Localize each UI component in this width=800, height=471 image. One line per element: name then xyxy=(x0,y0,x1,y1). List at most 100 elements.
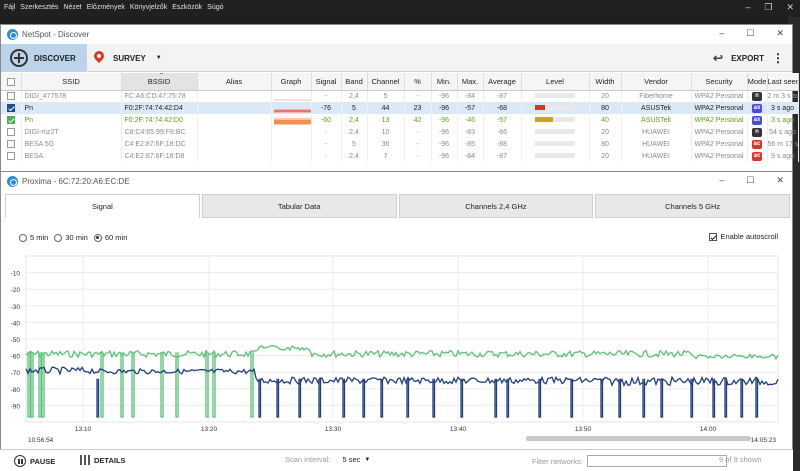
radio-5min[interactable] xyxy=(19,233,27,242)
cell-alias[interactable] xyxy=(197,150,272,162)
host-menu-edit[interactable]: Szerkesztés xyxy=(20,4,58,11)
col-signal[interactable]: Signal xyxy=(311,73,342,91)
table-row[interactable]: Pn F0:2F:74:74:42:D0 -60 2,4 13 42 -96 -46 -57 40… xyxy=(1,114,799,126)
tab-channels-5[interactable]: Channels 5 GHz xyxy=(595,194,790,218)
netspot-titlebar[interactable]: NetSpot - Discover – ☐ ✕ xyxy=(1,25,792,43)
export-button[interactable]: ↩ EXPORT xyxy=(713,44,764,72)
range-30min[interactable]: 30 min xyxy=(54,233,88,242)
chevron-down-icon[interactable]: ▼ xyxy=(364,457,370,463)
col-mode[interactable]: Mode xyxy=(747,73,768,91)
col-level[interactable]: Level xyxy=(521,73,590,91)
tab-channels-24[interactable]: Channels 2,4 GHz xyxy=(398,194,594,218)
col-max[interactable]: Max. xyxy=(457,73,484,91)
table-row[interactable]: Pn F0:2F:74:74:42:D4 -76 5 44 23 -96 -57 -68 80 AS… xyxy=(1,102,799,114)
col-percent[interactable]: % xyxy=(404,73,432,91)
col-band[interactable]: Band xyxy=(341,73,368,91)
host-menu-file[interactable]: Fájl xyxy=(4,4,15,11)
range-60min[interactable]: 60 min xyxy=(93,233,127,242)
host-menu-view[interactable]: Nézet xyxy=(63,4,81,11)
host-maximize-icon[interactable]: ❐ xyxy=(764,2,772,13)
host-menu-tools[interactable]: Eszközök xyxy=(172,4,202,11)
filter-input[interactable] xyxy=(586,455,727,467)
row-select[interactable] xyxy=(1,90,22,102)
chart-horizontal-scrollbar[interactable] xyxy=(526,436,751,441)
proxima-close-icon[interactable]: ✕ xyxy=(776,175,784,186)
radio-30min[interactable] xyxy=(54,233,63,242)
radio-60min[interactable] xyxy=(93,233,102,242)
cell-percent: - xyxy=(404,126,432,138)
proxima-minimize-icon[interactable]: – xyxy=(719,175,724,186)
discover-button[interactable]: DISCOVER xyxy=(1,44,87,72)
y-tick-label: -70 xyxy=(11,370,21,377)
col-ssid[interactable]: SSID xyxy=(21,73,122,91)
row-select[interactable] xyxy=(1,114,22,126)
col-channel[interactable]: Channel xyxy=(367,73,405,91)
scan-interval-select[interactable]: 5 sec xyxy=(342,455,360,464)
cell-average: -87 xyxy=(483,90,522,102)
select-all-checkbox[interactable] xyxy=(6,77,15,86)
cell-alias[interactable] xyxy=(197,114,272,126)
tab-signal[interactable]: Signal xyxy=(5,194,200,218)
row-checkbox[interactable] xyxy=(6,116,15,124)
range-5min[interactable]: 5 min xyxy=(19,233,48,242)
cell-vendor: ASUSTek xyxy=(621,102,692,114)
table-row[interactable]: DIGI-mz2T C8:C4:65:99:F8:BC -2,4 10- -96 -83-… xyxy=(1,126,799,138)
autoscroll-checkbox[interactable] xyxy=(709,232,718,241)
host-menu-history[interactable]: Előzmények xyxy=(87,4,125,11)
discover-label: DISCOVER xyxy=(34,53,76,63)
col-last-seen[interactable]: Last seen xyxy=(767,73,799,91)
cell-level xyxy=(521,90,590,102)
range-30min-label: 30 min xyxy=(65,233,88,242)
row-select[interactable] xyxy=(1,126,22,138)
col-min[interactable]: Min. xyxy=(431,73,458,91)
level-bar xyxy=(535,117,575,123)
table-row[interactable]: DIGI_477578 FC:A6:CD:47:75:78-2,4 5- -96 -84… xyxy=(1,90,799,102)
row-select[interactable] xyxy=(1,102,22,114)
host-minimize-icon[interactable]: – xyxy=(745,2,750,13)
table-row[interactable]: BESA 5G C4:E2:87:6F:18:DC -5 36- -96 -85 -88 80… xyxy=(1,138,799,150)
cell-alias[interactable] xyxy=(197,138,272,150)
row-checkbox[interactable] xyxy=(6,104,15,112)
discover-icon xyxy=(10,49,28,67)
proxima-maximize-icon[interactable]: ☐ xyxy=(746,175,754,186)
cell-security: WPA2 Personal xyxy=(691,138,748,150)
host-menu-help[interactable]: Súgó xyxy=(207,4,223,11)
col-alias[interactable]: Alias xyxy=(197,73,272,91)
col-security[interactable]: Security xyxy=(691,73,748,91)
cell-security: WPA2 Personal xyxy=(691,150,748,162)
cell-signal: - xyxy=(311,150,342,162)
cell-alias[interactable] xyxy=(197,126,272,138)
proxima-titlebar[interactable]: Proxima - 6C:72:20:A6:EC:DE – ☐ ✕ xyxy=(1,172,792,191)
cell-alias[interactable] xyxy=(197,102,272,114)
col-average[interactable]: Average xyxy=(483,73,522,91)
host-close-icon[interactable]: ✕ xyxy=(786,2,794,13)
col-vendor[interactable]: Vendor xyxy=(621,73,692,91)
tab-tabular-data[interactable]: Tabular Data xyxy=(201,194,397,218)
row-checkbox[interactable] xyxy=(6,128,15,136)
col-bssid[interactable]: BSSID xyxy=(121,73,198,91)
select-all-header[interactable] xyxy=(1,73,22,91)
row-checkbox[interactable] xyxy=(6,92,15,101)
pause-button[interactable]: PAUSE xyxy=(14,455,55,467)
col-graph[interactable]: Graph xyxy=(271,73,312,91)
cell-alias[interactable] xyxy=(197,90,272,102)
col-width[interactable]: Width xyxy=(589,73,622,91)
mode-badge: n xyxy=(752,91,762,101)
row-checkbox[interactable] xyxy=(6,152,15,160)
autoscroll-toggle[interactable]: Enable autoscroll xyxy=(709,232,778,241)
cell-percent: 42 xyxy=(404,114,432,126)
host-menu: Fájl Szerkesztés Nézet Előzmények Könyvj… xyxy=(4,4,224,11)
close-icon[interactable]: ✕ xyxy=(776,28,784,39)
row-checkbox[interactable] xyxy=(6,140,15,148)
table-row[interactable]: BESA C4:E2:87:6F:18:D8-2,4 7- -96 -84 -87 20 HU… xyxy=(1,150,799,162)
minimize-icon[interactable]: – xyxy=(719,28,724,39)
maximize-icon[interactable]: ☐ xyxy=(746,28,754,39)
more-menu-icon[interactable]: ⋮ xyxy=(772,51,784,65)
row-select[interactable] xyxy=(1,150,22,162)
host-menu-bookmarks[interactable]: Könyvjelzők xyxy=(130,4,167,11)
y-tick-label: -10 xyxy=(11,271,21,278)
survey-button[interactable]: SURVEY ▼ xyxy=(93,44,162,72)
details-button[interactable]: DETAILS xyxy=(80,455,126,465)
row-select[interactable] xyxy=(1,138,22,150)
chevron-down-icon[interactable]: ▼ xyxy=(156,55,162,61)
